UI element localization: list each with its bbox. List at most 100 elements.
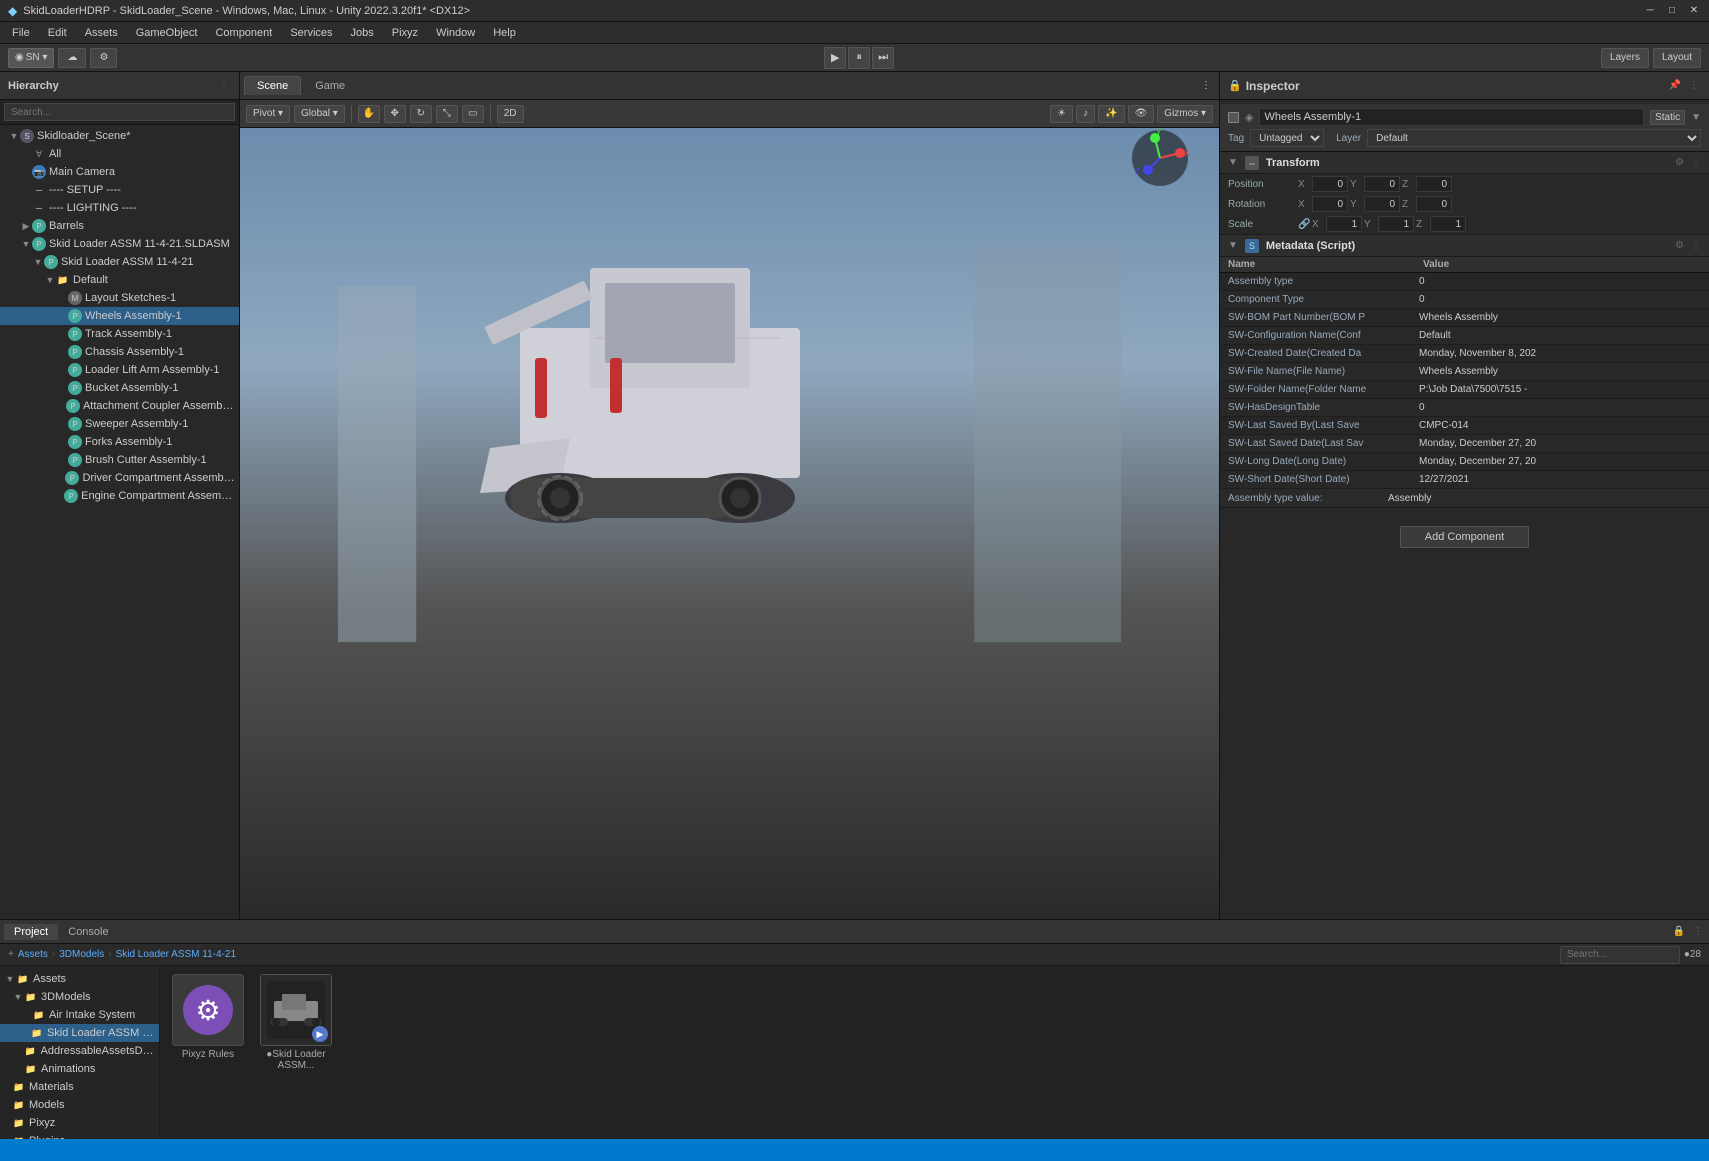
rect-tool[interactable]: ▭ [462,105,484,123]
tree-item-lighting[interactable]: ─ ---- LIGHTING ---- [0,199,239,217]
proj-animations[interactable]: 📁 Animations [0,1060,159,1078]
pos-z-input[interactable] [1416,176,1452,192]
breadcrumb-skid[interactable]: Skid Loader ASSM 11-4-21 [116,949,236,960]
proj-skid-loader[interactable]: 📁 Skid Loader ASSM 11-4 [0,1024,159,1042]
pos-y-input[interactable] [1364,176,1400,192]
menu-assets[interactable]: Assets [77,25,126,41]
project-search-input[interactable] [1560,946,1680,964]
tree-item-bucket[interactable]: P Bucket Assembly-1 [0,379,239,397]
scale-x-input[interactable] [1326,216,1362,232]
title-bar-controls[interactable]: ─ □ ✕ [1643,4,1701,18]
transform-settings-icon[interactable]: ⚙ [1675,157,1684,168]
layers-button[interactable]: Layers [1601,48,1649,68]
static-dropdown-icon[interactable]: ▼ [1691,112,1701,123]
layer-select[interactable]: Default [1367,129,1701,147]
breadcrumb-assets[interactable]: Assets [18,949,48,960]
tree-item-chassis-assembly[interactable]: P Chassis Assembly-1 [0,343,239,361]
layout-button[interactable]: Layout [1653,48,1701,68]
transform-more-icon[interactable]: ⋮ [1691,157,1701,168]
object-name-input[interactable] [1259,108,1644,126]
static-button[interactable]: Static [1650,110,1685,125]
breadcrumb-add-icon[interactable]: + [8,949,14,960]
menu-help[interactable]: Help [485,25,524,41]
tree-item-barrels[interactable]: ▶ P Barrels [0,217,239,235]
rot-x-input[interactable] [1312,196,1348,212]
proj-pixyz[interactable]: 📁 Pixyz [0,1114,159,1132]
menu-window[interactable]: Window [428,25,483,41]
rot-z-input[interactable] [1416,196,1452,212]
menu-pixyz[interactable]: Pixyz [384,25,426,41]
menu-jobs[interactable]: Jobs [343,25,382,41]
proj-materials[interactable]: 📁 Materials [0,1078,159,1096]
menu-gameobject[interactable]: GameObject [128,25,206,41]
tree-item-forks[interactable]: P Forks Assembly-1 [0,433,239,451]
menu-services[interactable]: Services [282,25,340,41]
proj-models[interactable]: 📁 Models [0,1096,159,1114]
tab-scene[interactable]: Scene [244,76,301,95]
cloud-button[interactable]: ☁ [58,48,86,68]
global-button[interactable]: Global ▾ [294,105,345,123]
menu-edit[interactable]: Edit [40,25,75,41]
asset-pixyz-rules[interactable]: ⚙ Pixyz Rules [168,974,248,1071]
bottom-lock-icon[interactable]: 🔒 [1671,926,1687,937]
proj-air-intake[interactable]: 📁 Air Intake System [0,1006,159,1024]
proj-plugins[interactable]: 📁 Plugins [0,1132,159,1139]
scale-z-input[interactable] [1430,216,1466,232]
proj-3dmodels[interactable]: ▼ 📁 3DModels [0,988,159,1006]
sn-dropdown[interactable]: ◉ SN ▾ [8,48,54,68]
breadcrumb-3dmodels[interactable]: 3DModels [59,949,104,960]
gizmos-button[interactable]: Gizmos ▾ [1157,105,1213,123]
menu-component[interactable]: Component [207,25,280,41]
maximize-button[interactable]: □ [1665,4,1679,18]
tree-item-default[interactable]: ▼ 📁 Default [0,271,239,289]
pause-button[interactable]: ⏸ [848,47,870,69]
scale-y-input[interactable] [1378,216,1414,232]
tree-item-skidloader-scene[interactable]: ▼ S Skidloader_Scene* [0,127,239,145]
play-button[interactable]: ▶ [824,47,846,69]
tree-item-attachment[interactable]: P Attachment Coupler Assembly-1 [0,397,239,415]
audio-toggle[interactable]: ♪ [1076,105,1095,123]
tree-item-main-camera[interactable]: 📷 Main Camera [0,163,239,181]
menu-file[interactable]: File [4,25,38,41]
add-component-button[interactable]: Add Component [1400,526,1530,548]
step-button[interactable]: ⏭ [872,47,894,69]
scene-visibility[interactable]: 👁 [1128,105,1155,123]
object-active-checkbox[interactable] [1228,112,1239,123]
tag-select[interactable]: Untagged [1250,129,1324,147]
transform-header[interactable]: ▼ ⇔ Transform ⚙ ⋮ [1220,152,1709,174]
tree-item-brush-cutter[interactable]: P Brush Cutter Assembly-1 [0,451,239,469]
tree-item-skid-assm[interactable]: ▼ P Skid Loader ASSM 11-4-21 [0,253,239,271]
proj-assets[interactable]: ▼ 📁 Assets [0,970,159,988]
rotate-tool[interactable]: ↻ [410,105,432,123]
lighting-toggle[interactable]: ☀ [1050,105,1073,123]
tab-project[interactable]: Project [4,924,58,940]
tab-game[interactable]: Game [303,77,357,95]
metadata-settings-icon[interactable]: ⚙ [1675,240,1684,251]
tree-item-engine[interactable]: P Engine Compartment Assembly-2 [0,487,239,505]
inspector-lock-icon[interactable]: 🔒 [1228,79,1242,92]
pivot-button[interactable]: Pivot ▾ [246,105,290,123]
minimize-button[interactable]: ─ [1643,4,1657,18]
tree-item-sweeper[interactable]: P Sweeper Assembly-1 [0,415,239,433]
settings-button[interactable]: ⚙ [90,48,117,68]
bottom-more-icon[interactable]: ⋮ [1691,926,1705,937]
tree-item-setup[interactable]: ─ ---- SETUP ---- [0,181,239,199]
close-button[interactable]: ✕ [1687,4,1701,18]
hand-tool[interactable]: ✋ [358,105,380,123]
scene-viewport[interactable]: X Y Z [240,128,1219,919]
tree-item-wheels-assembly[interactable]: P Wheels Assembly-1 [0,307,239,325]
tree-item-track-assembly[interactable]: P Track Assembly-1 [0,325,239,343]
tree-item-driver[interactable]: P Driver Compartment Assembly-1 [0,469,239,487]
move-tool[interactable]: ✥ [384,105,406,123]
fx-toggle[interactable]: ✨ [1098,105,1124,123]
inspector-pin-icon[interactable]: 📌 [1667,80,1683,91]
tree-item-loader-lift[interactable]: P Loader Lift Arm Assembly-1 [0,361,239,379]
scale-tool[interactable]: ⤡ [436,105,458,123]
2d-button[interactable]: 2D [497,105,524,123]
scene-more-icon[interactable]: ⋮ [1197,78,1215,93]
tree-item-skid-assm-sldasm[interactable]: ▼ P Skid Loader ASSM 11-4-21.SLDASM [0,235,239,253]
metadata-more-icon[interactable]: ⋮ [1691,240,1701,251]
pos-x-input[interactable] [1312,176,1348,192]
tab-console[interactable]: Console [58,924,118,940]
rot-y-input[interactable] [1364,196,1400,212]
